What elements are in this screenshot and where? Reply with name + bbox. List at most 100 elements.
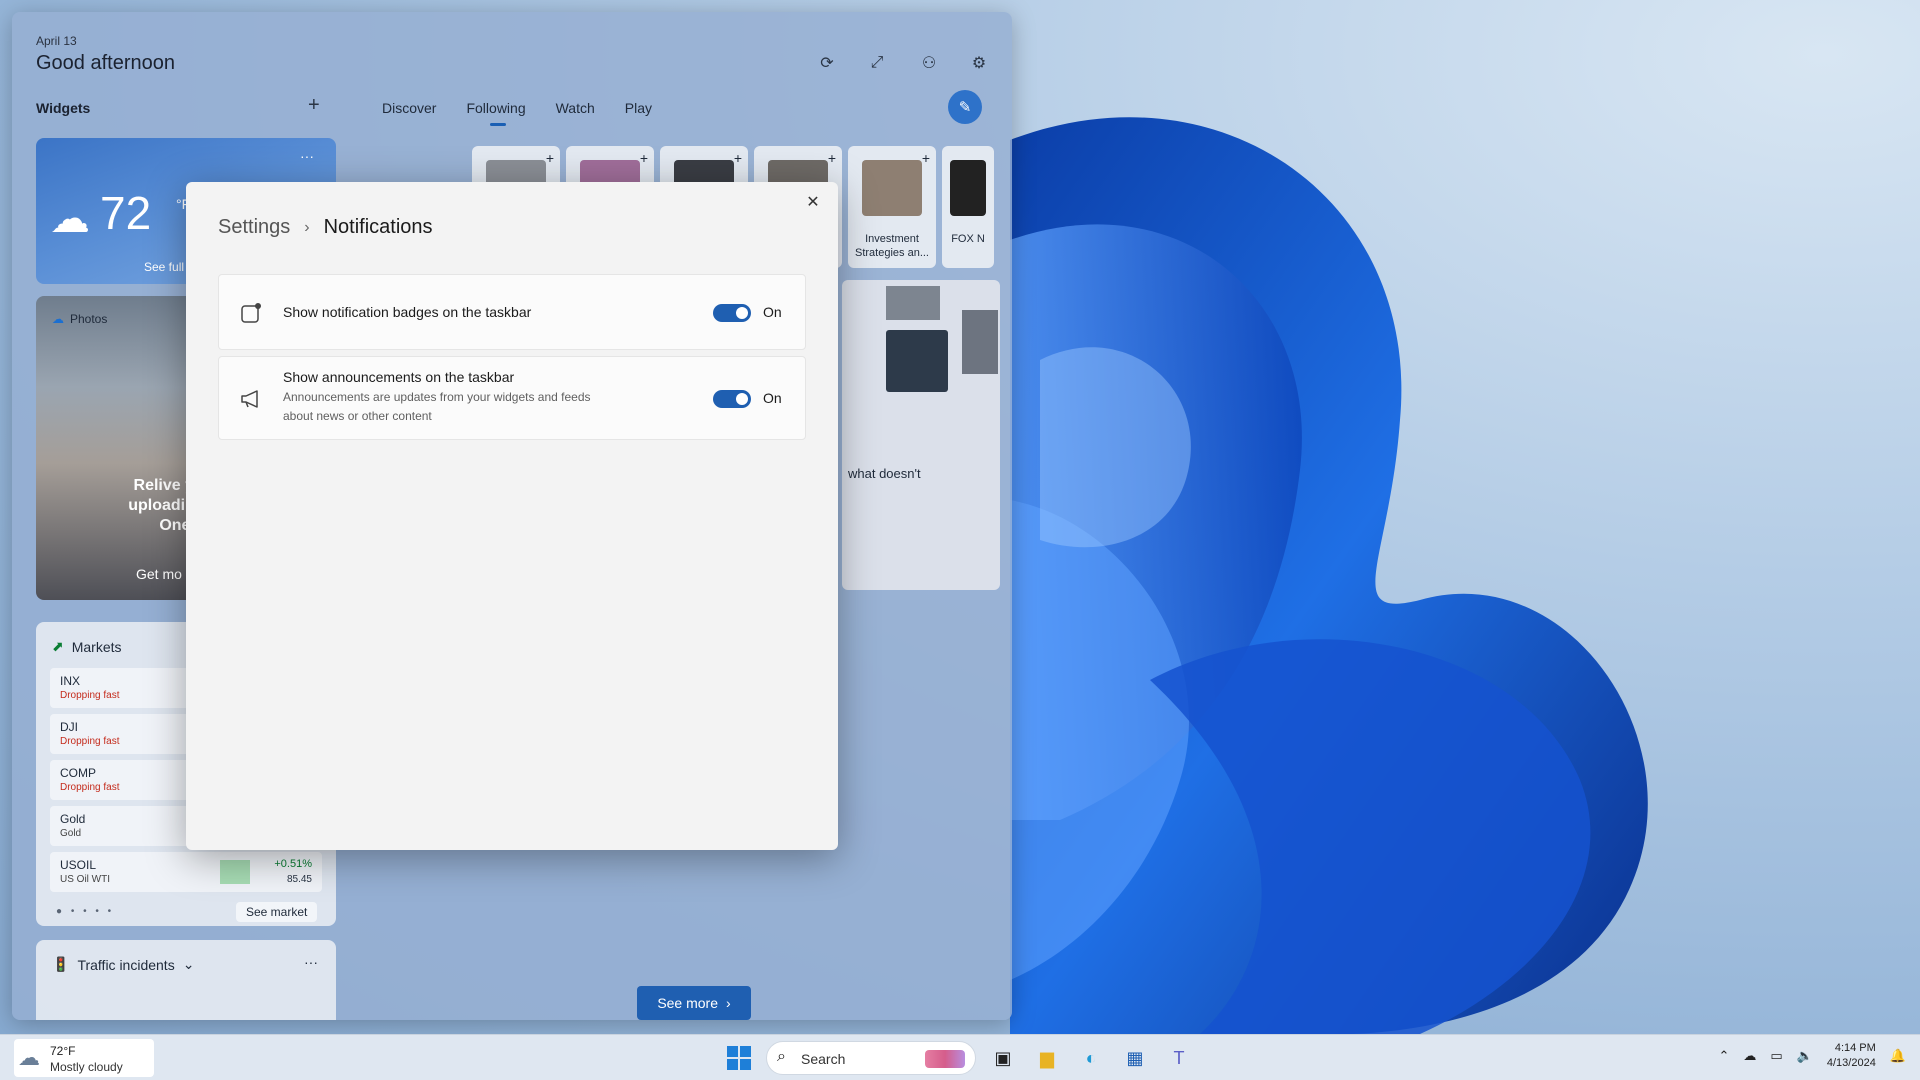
tab-watch[interactable]: Watch bbox=[556, 100, 595, 116]
topic-image bbox=[950, 160, 986, 216]
windows-logo-icon bbox=[727, 1046, 751, 1070]
megaphone-icon bbox=[241, 390, 258, 408]
topic-tile[interactable]: FOX N bbox=[942, 146, 994, 268]
close-icon: ✕ bbox=[806, 194, 820, 211]
taskbar-weather-desc: Mostly cloudy bbox=[50, 1060, 123, 1074]
onedrive-icon[interactable]: ☁ bbox=[1743, 1048, 1756, 1064]
refresh-icon: ⟳ bbox=[820, 55, 834, 72]
clock-date: 4/13/2024 bbox=[1826, 1057, 1876, 1069]
setting-announcements: Show announcements on the taskbar Announ… bbox=[218, 356, 806, 440]
folder-icon: ▆ bbox=[1040, 1047, 1054, 1068]
markets-title-text: Markets bbox=[71, 638, 122, 655]
gear-icon: ⚙ bbox=[971, 55, 987, 72]
weather-temp: 72 bbox=[100, 187, 152, 239]
edge-button[interactable]: ◐ bbox=[1074, 1041, 1108, 1075]
market-subtitle: Dropping fast bbox=[60, 736, 120, 747]
system-tray: ⌃ ☁ ▭ 🔈 4:14 PM 4/13/2024 🔔 bbox=[1718, 1041, 1906, 1071]
see-more-button[interactable]: See more › bbox=[637, 986, 751, 1020]
search-icon: ⌕ bbox=[777, 1048, 786, 1065]
photos-title-text: Photos bbox=[70, 312, 108, 326]
settings-button[interactable]: ⚙ bbox=[964, 48, 994, 78]
follow-plus-icon[interactable]: + bbox=[546, 150, 554, 166]
onedrive-cloud-icon: ☁ bbox=[52, 312, 64, 326]
task-view-icon: ▣ bbox=[994, 1047, 1012, 1068]
follow-plus-icon[interactable]: + bbox=[640, 150, 648, 166]
feed-tabs: Discover Following Watch Play bbox=[382, 100, 652, 126]
cloud-icon: ☁ bbox=[18, 1045, 40, 1070]
market-row[interactable]: USOIL US Oil WTI +0.51% 85.45 bbox=[50, 852, 322, 892]
chevron-right-icon: › bbox=[304, 218, 310, 236]
traffic-more-button[interactable]: ··· bbox=[304, 954, 318, 970]
feed-article-card[interactable]: what doesn't bbox=[842, 280, 1000, 590]
topic-tile[interactable]: + Investment Strategies an... bbox=[848, 146, 936, 268]
traffic-light-icon: 🚦 bbox=[52, 956, 70, 972]
article-image bbox=[886, 330, 948, 392]
chevron-up-icon[interactable]: ⌃ bbox=[1718, 1048, 1729, 1064]
setting-description: Announcements are updates from your widg… bbox=[283, 390, 591, 423]
weather-more-button[interactable]: ··· bbox=[300, 148, 314, 164]
task-view-button[interactable]: ▣ bbox=[986, 1041, 1020, 1075]
weather-see-full-link[interactable]: See full bbox=[144, 260, 184, 274]
network-icon[interactable]: ▭ bbox=[1770, 1048, 1782, 1064]
announcements-toggle[interactable] bbox=[713, 390, 751, 408]
markets-icon: ⬈ bbox=[52, 638, 64, 654]
taskbar-search-box[interactable]: ⌕ Search bbox=[766, 1041, 976, 1075]
market-subtitle: Dropping fast bbox=[60, 690, 120, 701]
taskbar-weather-temp: 72°F bbox=[50, 1044, 76, 1058]
partly-cloudy-icon: ☁ bbox=[50, 197, 90, 241]
toggle-state-label: On bbox=[763, 304, 782, 320]
topic-image bbox=[862, 160, 922, 216]
follow-plus-icon[interactable]: + bbox=[734, 150, 742, 166]
market-symbol: USOIL bbox=[60, 858, 97, 872]
close-button[interactable]: ✕ bbox=[802, 192, 824, 214]
file-explorer-button[interactable]: ▆ bbox=[1030, 1041, 1064, 1075]
expand-icon: ⤢ bbox=[870, 54, 884, 71]
photos-cta-link[interactable]: Get mo bbox=[136, 566, 182, 582]
tab-discover[interactable]: Discover bbox=[382, 100, 436, 116]
setting-label: Show notification badges on the taskbar bbox=[283, 304, 532, 320]
taskbar-apps: ⌕ Search ▣ ▆ ◐ ▦ T bbox=[722, 1041, 1196, 1075]
article-image bbox=[962, 310, 998, 374]
traffic-widget[interactable]: 🚦 Traffic incidents ⌄ ··· bbox=[36, 940, 336, 1020]
market-price: 85.45 bbox=[286, 874, 312, 885]
store-button[interactable]: ▦ bbox=[1118, 1041, 1152, 1075]
add-widget-button[interactable]: + bbox=[308, 94, 320, 117]
traffic-title-text: Traffic incidents bbox=[77, 956, 175, 973]
see-market-button[interactable]: See market bbox=[236, 902, 318, 922]
photos-title: ☁ Photos bbox=[52, 312, 107, 326]
expand-button[interactable]: ⤢ bbox=[862, 48, 892, 78]
pager-dots: ● • • • • bbox=[56, 906, 115, 917]
personalize-icon: ⚇ bbox=[921, 55, 937, 72]
breadcrumb-settings[interactable]: Settings bbox=[218, 216, 290, 239]
markets-title: ⬈ Markets bbox=[52, 638, 122, 655]
start-button[interactable] bbox=[722, 1041, 756, 1075]
follow-plus-icon[interactable]: + bbox=[828, 150, 836, 166]
notification-bell-icon[interactable]: 🔔 bbox=[1890, 1048, 1906, 1064]
teams-button[interactable]: T bbox=[1162, 1041, 1196, 1075]
notifications-settings-dialog: ✕ Settings › Notifications Show notifica… bbox=[186, 182, 838, 850]
refresh-button[interactable]: ⟳ bbox=[812, 48, 842, 78]
setting-notification-badges: Show notification badges on the taskbar … bbox=[218, 274, 806, 350]
market-change: +0.51% bbox=[274, 858, 312, 870]
board-greeting: Good afternoon bbox=[36, 52, 175, 74]
market-subtitle: Dropping fast bbox=[60, 782, 120, 793]
tab-following[interactable]: Following bbox=[466, 100, 526, 126]
taskbar: ☁ 72°F Mostly cloudy ⌕ Search ▣ ▆ ◐ ▦ T … bbox=[0, 1034, 1920, 1080]
setting-label: Show announcements on the taskbar bbox=[283, 369, 515, 385]
chevron-down-icon[interactable]: ⌄ bbox=[183, 956, 195, 973]
follow-plus-icon[interactable]: + bbox=[922, 150, 930, 166]
chevron-right-icon: › bbox=[726, 995, 731, 1011]
notification-badges-toggle[interactable] bbox=[713, 304, 751, 322]
taskbar-weather-button[interactable]: ☁ 72°F Mostly cloudy bbox=[14, 1039, 154, 1077]
tab-play[interactable]: Play bbox=[625, 100, 652, 116]
volume-icon[interactable]: 🔈 bbox=[1797, 1048, 1813, 1064]
taskbar-clock[interactable]: 4:14 PM 4/13/2024 bbox=[1827, 1041, 1876, 1071]
traffic-title: 🚦 Traffic incidents ⌄ bbox=[52, 956, 194, 973]
clock-time: 4:14 PM bbox=[1834, 1042, 1876, 1054]
article-snippet: what doesn't bbox=[848, 466, 921, 481]
personalize-button[interactable]: ⚇ bbox=[914, 48, 944, 78]
feed-avatar-button[interactable]: ✎ bbox=[948, 90, 982, 124]
widgets-section-label: Widgets bbox=[36, 100, 91, 116]
see-more-label: See more bbox=[657, 995, 719, 1011]
market-subtitle: Gold bbox=[60, 828, 82, 839]
